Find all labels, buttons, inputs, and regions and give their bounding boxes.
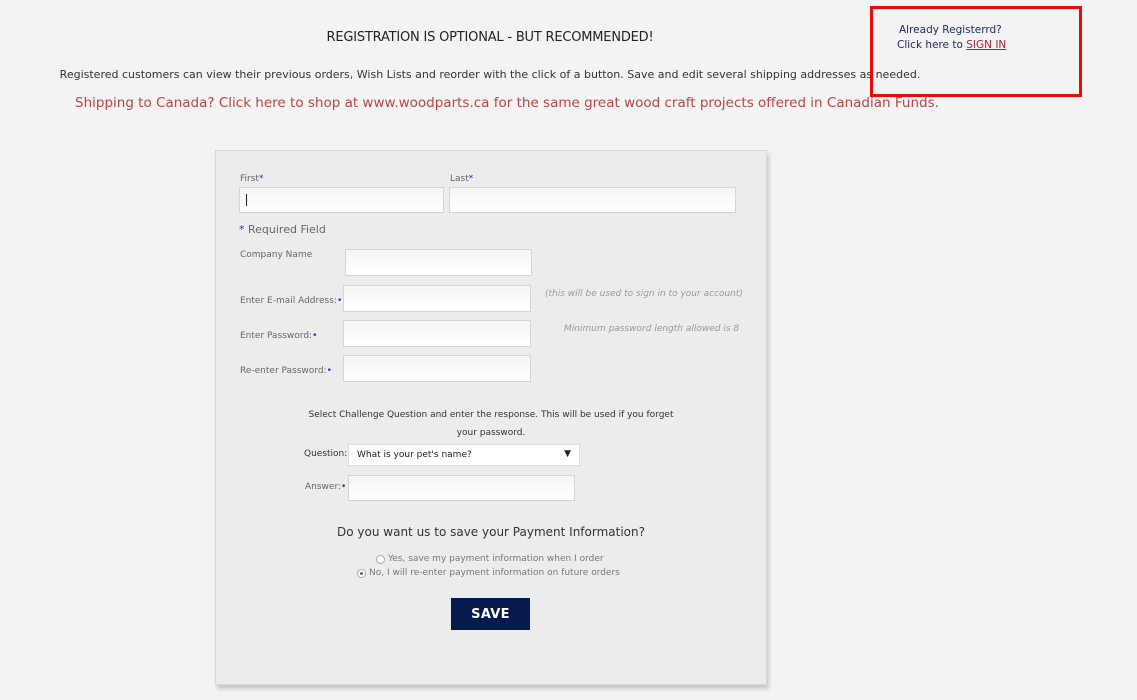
save-button[interactable]: SAVE (451, 598, 530, 630)
required-asterisk: • (336, 296, 343, 306)
password-input[interactable] (343, 320, 531, 347)
required-asterisk: * (239, 223, 245, 236)
email-hint: (this will be used to sign in to your ac… (545, 289, 743, 299)
password-label: Enter Password:• (240, 331, 317, 341)
already-registered-text: Already Registerrd? (899, 24, 1002, 36)
answer-label: Answer:• (305, 482, 346, 492)
first-name-label-text: First (240, 174, 259, 184)
signin-prompt: Click here to SIGN IN (897, 39, 1006, 51)
payment-option-yes[interactable]: Yes, save my payment information when I … (376, 554, 604, 564)
text-cursor (246, 194, 247, 206)
payment-option-no[interactable]: No, I will re-enter payment information … (357, 568, 620, 578)
question-label: Question: (304, 449, 348, 459)
reenter-password-label: Re-enter Password:• (240, 366, 332, 376)
selected-question: What is your pet's name? (357, 450, 472, 460)
page-heading: REGISTRATION IS OPTIONAL - BUT RECOMMEND… (326, 30, 654, 45)
canada-shop-link[interactable]: Shipping to Canada? Click here to shop a… (75, 95, 939, 111)
required-asterisk: * (258, 174, 264, 184)
first-name-input[interactable] (239, 187, 444, 213)
company-name-input[interactable] (345, 249, 532, 276)
required-asterisk: * (468, 174, 474, 184)
challenge-question-select[interactable]: What is your pet's name? ▼ (348, 444, 580, 466)
last-name-label: Last* (450, 174, 473, 184)
email-input[interactable] (343, 285, 531, 312)
required-asterisk: • (312, 331, 318, 341)
password-label-text: Enter Password: (240, 331, 313, 341)
payment-question: Do you want us to save your Payment Info… (337, 525, 645, 539)
password-hint: Minimum password length allowed is 8 (564, 324, 740, 334)
first-name-label: First* (240, 174, 263, 184)
payment-option-yes-label: Yes, save my payment information when I … (388, 554, 604, 564)
email-label: Enter E-mail Address:• (240, 296, 342, 306)
radio-no[interactable] (357, 568, 366, 578)
answer-label-text: Answer: (305, 482, 342, 492)
dropdown-arrow-icon: ▼ (564, 449, 571, 459)
signin-link[interactable]: SIGN IN (966, 39, 1006, 51)
intro-text: Registered customers can view their prev… (59, 68, 921, 81)
required-asterisk: • (341, 482, 347, 492)
challenge-text-line2: your password. (456, 428, 526, 438)
required-field-note: * Required Field (239, 223, 326, 236)
challenge-text-line1: Select Challenge Question and enter the … (308, 410, 674, 420)
radio-yes[interactable] (376, 554, 385, 564)
signin-prefix: Click here to (897, 39, 967, 51)
answer-input[interactable] (348, 475, 575, 501)
signin-highlight-box (870, 6, 1082, 97)
payment-option-no-label: No, I will re-enter payment information … (369, 568, 620, 578)
required-note-text: Required Field (248, 223, 326, 236)
reenter-password-label-text: Re-enter Password: (240, 366, 327, 376)
email-label-text: Enter E-mail Address: (240, 296, 337, 306)
last-name-input[interactable] (449, 187, 736, 213)
last-name-label-text: Last (450, 174, 469, 184)
company-name-label: Company Name (240, 250, 313, 260)
challenge-instructions: Select Challenge Question and enter the … (290, 406, 692, 442)
required-asterisk: • (326, 366, 332, 376)
reenter-password-input[interactable] (343, 355, 531, 382)
